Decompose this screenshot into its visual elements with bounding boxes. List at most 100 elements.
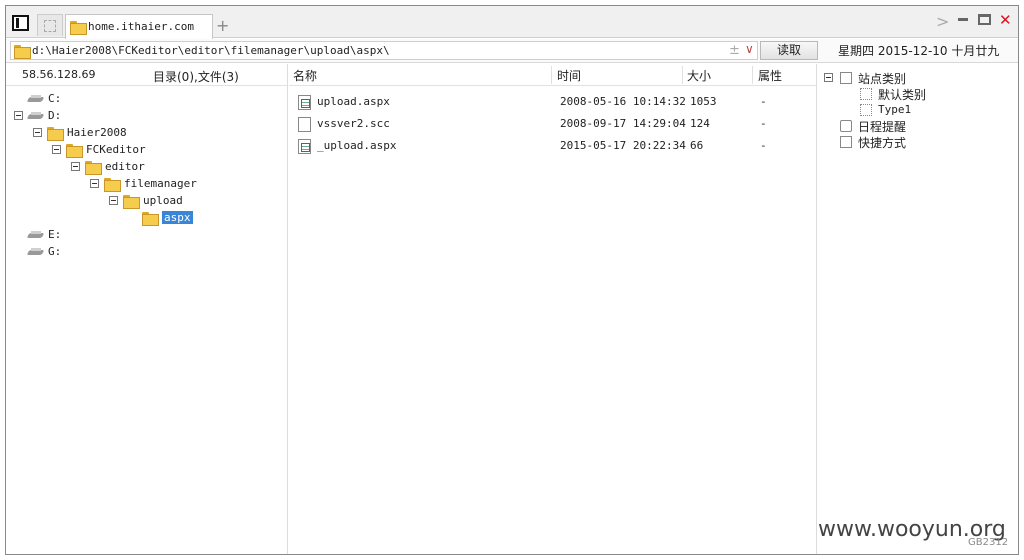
tree-item[interactable]: upload	[6, 193, 286, 210]
collapse-icon[interactable]	[52, 145, 61, 154]
tree-item[interactable]: G:	[6, 244, 286, 261]
file-time: 2015-05-17 20:22:34	[560, 139, 686, 152]
column-divider[interactable]	[551, 66, 552, 84]
plus-minus-icon[interactable]: ±	[729, 43, 740, 58]
directory-count: 目录(0),文件(3)	[153, 70, 239, 84]
read-button[interactable]: 读取	[760, 41, 818, 60]
file-attr: -	[760, 117, 767, 130]
file-list-header: 名称 时间 大小 属性	[289, 64, 816, 86]
folder-icon	[142, 212, 159, 226]
file-row[interactable]: _upload.aspx 2015-05-17 20:22:34 66 -	[289, 135, 817, 157]
tree-item-label: filemanager	[124, 177, 197, 190]
tree-item[interactable]: D:	[6, 108, 286, 125]
hand-icon	[840, 136, 852, 148]
collapse-icon[interactable]	[71, 162, 80, 171]
tree-item[interactable]: filemanager	[6, 176, 286, 193]
tab-active[interactable]: home.ithaier.com	[65, 14, 213, 39]
tree-item[interactable]: C:	[6, 91, 286, 108]
collapse-icon[interactable]	[824, 73, 833, 82]
folder-icon	[104, 178, 121, 192]
directory-header: 58.56.128.69 目录(0),文件(3)	[6, 64, 287, 86]
file-list-pane: 名称 时间 大小 属性 upload.aspx 2008-05-16 10:14:…	[289, 64, 817, 554]
tree-item-label: E:	[48, 228, 62, 241]
tree-item-label: Haier2008	[67, 126, 127, 139]
folder-icon	[85, 161, 102, 175]
clock-icon	[840, 120, 852, 132]
category-icon	[860, 104, 872, 116]
tree-item-label: G:	[48, 245, 62, 258]
tree-item[interactable]: FCKeditor	[6, 142, 286, 159]
shortcuts-label: 快捷方式	[858, 136, 907, 150]
tree-item[interactable]: Haier2008	[6, 125, 286, 142]
address-path: d:\Haier2008\FCKeditor\editor\filemanage…	[32, 44, 390, 57]
file-time: 2008-05-16 10:14:32	[560, 95, 686, 108]
column-header-name[interactable]: 名称	[293, 67, 317, 84]
server-ip: 58.56.128.69	[22, 68, 96, 81]
tree-item-label: editor	[105, 160, 145, 173]
file-attr: -	[760, 95, 767, 108]
column-header-attr[interactable]: 属性	[758, 67, 782, 84]
tree-item-label: aspx	[162, 211, 193, 224]
schedule-label: 日程提醒	[858, 120, 907, 134]
drive-icon	[28, 112, 44, 120]
folder-icon	[70, 21, 87, 35]
file-time: 2008-09-17 14:29:04	[560, 117, 686, 130]
sidebar-toggle-icon[interactable]	[12, 15, 29, 31]
minimize-icon[interactable]	[958, 18, 968, 21]
aspx-file-icon	[298, 139, 311, 154]
address-row: d:\Haier2008\FCKeditor\editor\filemanage…	[6, 39, 1018, 63]
category-icon	[860, 88, 872, 100]
tree-item[interactable]: editor	[6, 159, 286, 176]
file-attr: -	[760, 139, 767, 152]
maximize-icon[interactable]	[978, 14, 991, 25]
default-category-label: 默认类别	[878, 88, 927, 102]
tab-label: home.ithaier.com	[88, 20, 194, 33]
collapse-icon[interactable]	[109, 196, 118, 205]
encoding-label: GB2312	[968, 537, 1009, 548]
drive-icon	[28, 248, 44, 256]
tree-item[interactable]: E:	[6, 227, 286, 244]
file-size: 66	[690, 139, 704, 152]
folder-icon	[123, 195, 140, 209]
new-tab-button[interactable]: +	[216, 16, 229, 35]
category-icon	[840, 72, 852, 84]
column-divider[interactable]	[752, 66, 753, 84]
tab-bar: home.ithaier.com + > ✕	[6, 6, 1018, 39]
collapse-icon[interactable]	[33, 128, 42, 137]
file-row[interactable]: upload.aspx 2008-05-16 10:14:32 1053 -	[289, 91, 817, 113]
directory-pane: 58.56.128.69 目录(0),文件(3) C: D: Haier2008 FC…	[6, 64, 288, 554]
collapse-icon[interactable]	[14, 111, 23, 120]
column-header-time[interactable]: 时间	[557, 67, 581, 84]
tree-item[interactable]: aspx	[6, 210, 286, 227]
folder-icon	[47, 127, 64, 141]
drive-icon	[28, 95, 44, 103]
collapse-icon[interactable]	[90, 179, 99, 188]
folder-icon	[14, 45, 31, 59]
bookmark-pane: 站点类别 默认类别 Type1 日程提醒 快捷方式	[818, 64, 1018, 554]
forward-icon[interactable]: >	[936, 12, 949, 31]
tree-item-label: FCKeditor	[86, 143, 146, 156]
file-name: vssver2.scc	[317, 117, 390, 130]
chevron-down-icon[interactable]: ∨	[745, 42, 754, 56]
file-size: 1053	[690, 95, 717, 108]
app-window: home.ithaier.com + > ✕ d:\Haier2008\FCKe…	[5, 5, 1019, 555]
tree-item-label: C:	[48, 92, 62, 105]
file-icon	[298, 117, 311, 132]
date-display: 星期四 2015-12-10 十月廿九	[838, 44, 1000, 58]
blank-tab[interactable]	[37, 14, 63, 36]
drive-icon	[28, 231, 44, 239]
type1-label: Type1	[878, 103, 912, 116]
close-icon[interactable]: ✕	[999, 11, 1012, 29]
file-name: _upload.aspx	[317, 139, 397, 152]
blank-page-icon	[44, 20, 56, 32]
file-row[interactable]: vssver2.scc 2008-09-17 14:29:04 124 -	[289, 113, 817, 135]
aspx-file-icon	[298, 95, 311, 110]
column-header-size[interactable]: 大小	[687, 67, 711, 84]
address-field[interactable]: d:\Haier2008\FCKeditor\editor\filemanage…	[10, 41, 758, 60]
folder-icon	[66, 144, 83, 158]
tree-item-label: D:	[48, 109, 62, 122]
file-size: 124	[690, 117, 710, 130]
site-category-label: 站点类别	[858, 72, 907, 86]
column-divider[interactable]	[682, 66, 683, 84]
tree-item-label: upload	[143, 194, 183, 207]
